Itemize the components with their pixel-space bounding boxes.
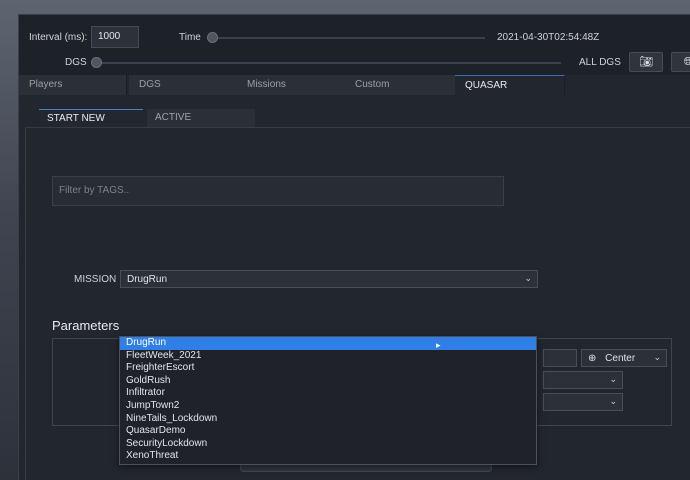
mission-option[interactable]: JumpTown2 (120, 400, 536, 413)
chevron-down-icon: ⌄ (653, 352, 661, 362)
dgs-slider-track[interactable] (99, 62, 561, 64)
tag-filter-input[interactable]: Filter by TAGS.. (52, 176, 504, 206)
mission-select-value: DrugRun (127, 274, 168, 285)
position-select[interactable]: ⊕ Center ⌄ (581, 349, 667, 367)
tab-custom[interactable]: Custom (345, 75, 457, 95)
mission-option[interactable]: FleetWeek_2021 (120, 350, 536, 363)
mission-select[interactable]: DrugRun ⌄ (120, 270, 538, 288)
parameters-title: Parameters (52, 318, 120, 333)
tab-quasar[interactable]: QUASAR (455, 75, 565, 95)
globe-button[interactable]: 🌐︎ (671, 52, 690, 72)
tab-dgs[interactable]: DGS (129, 75, 241, 95)
mission-option[interactable]: FreighterEscort (120, 362, 536, 375)
time-slider-track[interactable] (215, 37, 485, 39)
position-select-value: Center (605, 353, 636, 364)
time-label: Time (179, 32, 201, 43)
mission-label: MISSION (74, 274, 117, 285)
tab-missions[interactable]: Missions (237, 75, 347, 95)
dgs-label: DGS (65, 57, 87, 68)
main-tab-bar: Players DGS Missions Custom QUASAR (19, 75, 690, 95)
tab-active[interactable]: ACTIVE (147, 109, 255, 127)
mission-option[interactable]: NineTails_Lockdown (120, 413, 536, 426)
dgs-slider-knob[interactable] (91, 57, 102, 68)
tab-start-new[interactable]: START NEW (39, 109, 143, 127)
mission-option[interactable]: DrugRun ▸ (120, 337, 536, 350)
toolbar: Interval (ms): 1000 Time 2021-04-30T02:5… (19, 15, 690, 75)
camera-icon: 📷︎ (639, 56, 653, 68)
param-select-2[interactable]: ⌄ (543, 371, 623, 389)
param-field[interactable] (543, 349, 577, 367)
mission-option[interactable]: SecurityLockdown (120, 438, 536, 451)
mission-option-label: DrugRun (126, 337, 167, 348)
chevron-down-icon: ⌄ (524, 273, 532, 283)
app-window: Interval (ms): 1000 Time 2021-04-30T02:5… (18, 14, 690, 480)
time-value: 2021-04-30T02:54:48Z (497, 32, 600, 43)
quasar-panel: START NEW ACTIVE Filter by TAGS.. MISSIO… (19, 95, 690, 480)
camera-button[interactable]: 📷︎ (629, 52, 663, 72)
param-select-3[interactable]: ⌄ (543, 393, 623, 411)
mission-option[interactable]: Infiltrator (120, 387, 536, 400)
interval-label: Interval (ms): (29, 32, 88, 43)
globe-icon: 🌐︎ (683, 56, 690, 68)
mission-option[interactable]: GoldRush (120, 375, 536, 388)
chevron-down-icon: ⌄ (609, 374, 617, 384)
mission-option[interactable]: XenoThreat (120, 450, 536, 463)
mission-option[interactable]: QuasarDemo (120, 425, 536, 438)
interval-input[interactable]: 1000 (91, 26, 139, 48)
crosshair-icon: ⊕ (588, 353, 597, 364)
time-slider-knob[interactable] (207, 32, 218, 43)
chevron-down-icon: ⌄ (609, 396, 617, 406)
mission-dropdown-list: DrugRun ▸ FleetWeek_2021 FreighterEscort… (119, 336, 537, 465)
tab-players[interactable]: Players (19, 75, 127, 95)
all-dgs-label: ALL DGS (579, 57, 621, 68)
